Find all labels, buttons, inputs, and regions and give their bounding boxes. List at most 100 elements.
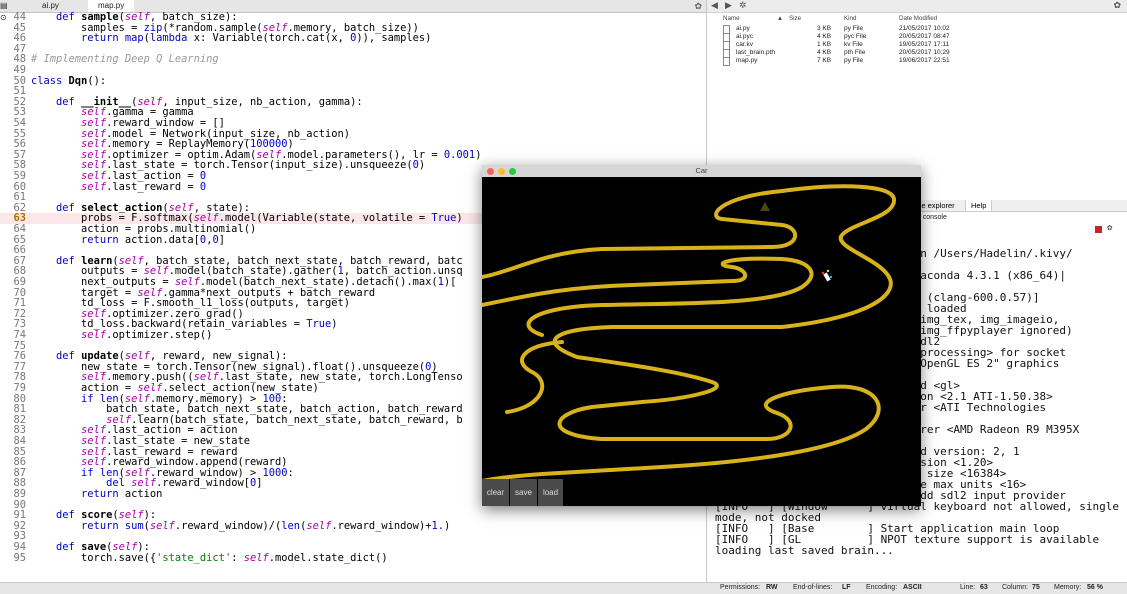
- code-token: .last_reward =: [106, 180, 200, 193]
- tab-help[interactable]: Help: [965, 200, 993, 211]
- line-number: 95: [13, 551, 26, 564]
- permissions-label: Permissions:: [720, 584, 761, 591]
- file-kind: pth File: [844, 49, 866, 56]
- line-number: 64: [13, 223, 26, 235]
- tab-list-icon[interactable]: ▤ ⊙: [0, 0, 14, 22]
- map-drawing-canvas[interactable]: [482, 177, 921, 506]
- encoding-value: ASCII: [903, 584, 922, 591]
- file-name: ai.py: [736, 25, 750, 32]
- code-token: .reward_window)/(: [174, 519, 282, 532]
- tab-label: map.py: [98, 1, 125, 10]
- sort-arrow-icon: ▲: [777, 15, 784, 22]
- code-token: return: [81, 32, 125, 45]
- permissions-value: RW: [766, 584, 778, 591]
- line-number: 74: [13, 329, 26, 341]
- panel-tab-bar: ile explorer Help: [913, 200, 1127, 212]
- code-token: 1.: [431, 519, 444, 532]
- line-number: 44: [13, 11, 26, 23]
- line-number: 54: [13, 117, 26, 129]
- code-token: 1000: [262, 466, 288, 479]
- code-line[interactable]: torch.save({'state_dict': self.model.sta…: [31, 551, 388, 564]
- column-modified-header[interactable]: Date Modified: [899, 15, 937, 22]
- code-line[interactable]: self.last_reward = 0: [31, 180, 207, 193]
- code-token: return: [81, 488, 125, 500]
- line-number: 84: [13, 435, 26, 447]
- code-line[interactable]: return action.data[0,0]: [31, 233, 225, 246]
- code-line[interactable]: self.optimizer.step(): [31, 330, 212, 341]
- file-modified: 20/05/2017 10:29: [899, 49, 950, 56]
- clear-button[interactable]: clear: [482, 479, 509, 506]
- code-token: action: [124, 488, 163, 500]
- file-name: ai.pyc: [736, 33, 753, 40]
- code-line[interactable]: return sum(self.reward_window)/(len(self…: [31, 519, 450, 532]
- stop-button[interactable]: [1095, 226, 1102, 233]
- line-label: Line:: [960, 584, 976, 591]
- code-token: return: [81, 233, 125, 246]
- gear-icon[interactable]: ✲: [739, 0, 747, 11]
- console-output-line: loading last saved brain...: [715, 544, 894, 557]
- code-line[interactable]: # Implementing Deep Q Learning: [31, 54, 219, 65]
- file-size: 4 KB: [817, 33, 832, 40]
- file-size: 1 KB: [817, 41, 832, 48]
- column-size-header[interactable]: Size: [789, 15, 801, 22]
- code-token: self: [81, 329, 107, 341]
- forward-arrow-icon[interactable]: ▶: [725, 0, 732, 11]
- code-token: )), samples): [356, 32, 432, 45]
- file-size: 4 KB: [817, 49, 832, 56]
- file-explorer-toolbar: ◀ ▶ ✲ ✿: [707, 0, 1127, 13]
- file-icon: [723, 57, 730, 66]
- code-token: .reward_window[: [156, 477, 250, 490]
- code-line[interactable]: return map(lambda x: Variable(torch.cat(…: [31, 33, 431, 44]
- encoding-label: Encoding:: [866, 584, 898, 591]
- code-token: 'state_dict': [156, 551, 232, 564]
- code-token: # Implementing Deep Q Learning: [31, 53, 219, 66]
- code-token: True: [431, 212, 457, 225]
- code-token: len: [281, 519, 301, 532]
- save-button[interactable]: save: [510, 479, 537, 506]
- code-token: Dqn: [68, 74, 88, 87]
- file-modified: 19/06/2017 22:51: [899, 57, 950, 64]
- code-token: )[: [443, 276, 457, 288]
- code-token: x: Variable(torch.cat(x,: [193, 32, 351, 45]
- line-number: 69: [13, 276, 26, 288]
- file-modified: 21/05/2017 10:02: [899, 25, 950, 32]
- file-modified: 20/05/2017 08:47: [899, 33, 950, 40]
- file-modified: 19/05/2017 17:11: [899, 41, 950, 48]
- code-token: True: [306, 318, 332, 331]
- line-number: 59: [13, 170, 26, 182]
- line-number: 94: [13, 541, 26, 553]
- file-row[interactable]: map.py 7 KB py File 19/06/2017 22:51: [707, 57, 1127, 67]
- back-arrow-icon[interactable]: ◀: [711, 0, 718, 11]
- load-button[interactable]: load: [538, 479, 563, 506]
- code-token: :: [287, 466, 294, 479]
- code-token: action.data[: [124, 233, 200, 246]
- options-icon[interactable]: ✿: [1107, 223, 1112, 233]
- code-line[interactable]: class Dqn():: [31, 74, 106, 87]
- file-name: car.kv: [736, 41, 753, 48]
- file-kind: pyc File: [844, 33, 867, 40]
- eol-value: LF: [842, 584, 851, 591]
- memory-value: 56 %: [1087, 584, 1103, 591]
- code-line[interactable]: return action: [31, 489, 162, 500]
- code-token: 0: [199, 180, 207, 193]
- car-app-window[interactable]: Car clear save load: [482, 165, 921, 506]
- code-token: ): [456, 212, 463, 225]
- code-token: self: [306, 519, 332, 532]
- file-kind: kv File: [844, 41, 863, 48]
- car-window-title: Car: [695, 166, 708, 175]
- file-size: 7 KB: [817, 57, 832, 64]
- eol-label: End-of-lines:: [793, 584, 833, 591]
- options-icon[interactable]: ✿: [1113, 0, 1121, 11]
- column-kind-header[interactable]: Kind: [844, 15, 856, 22]
- column-name-header[interactable]: Name: [723, 15, 740, 22]
- code-token: ): [475, 148, 482, 161]
- options-icon[interactable]: ✿: [694, 0, 702, 12]
- file-kind: py File: [844, 57, 864, 64]
- code-token: return: [81, 519, 125, 532]
- column-label: Column:: [1002, 584, 1029, 591]
- code-token: .model.state_dict(): [268, 551, 388, 564]
- code-token: ]: [256, 477, 263, 490]
